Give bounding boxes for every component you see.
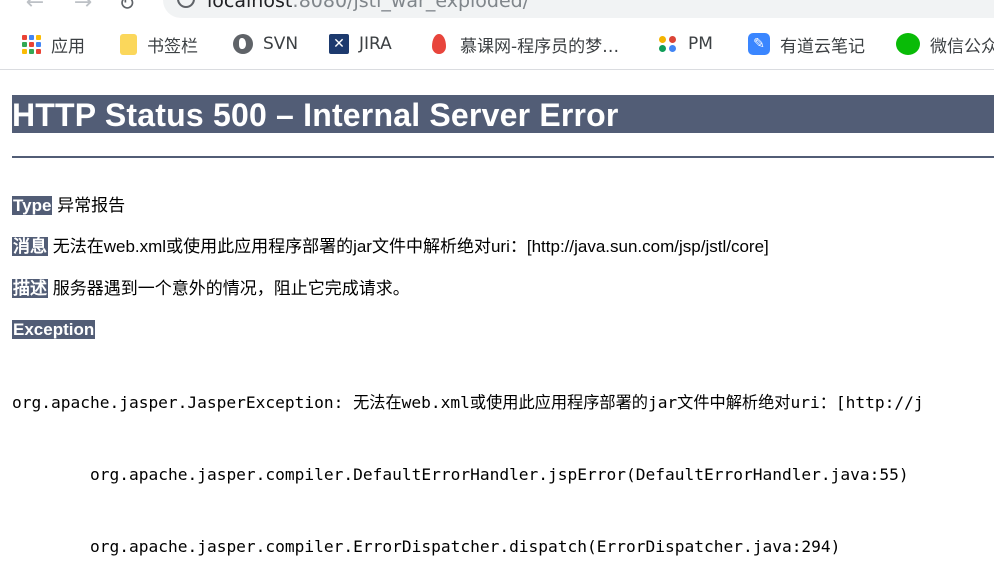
stack-trace: org.apache.jasper.JasperException: 无法在we…	[12, 343, 924, 583]
url-path: :8080/jstl_war_exploded/	[292, 0, 530, 12]
bookmark-svn[interactable]: SVN	[233, 31, 298, 57]
bookmark-imooc[interactable]: 慕课网-程序员的梦…	[428, 31, 619, 57]
bookmark-label: 应用	[51, 36, 85, 57]
message-row: 消息 无法在web.xml或使用此应用程序部署的jar文件中解析绝对uri：[h…	[12, 236, 769, 258]
description-value: 服务器遇到一个意外的情况，阻止它完成请求。	[52, 279, 410, 298]
globe-icon	[233, 34, 253, 54]
divider	[12, 156, 994, 158]
message-value: 无法在web.xml或使用此应用程序部署的jar文件中解析绝对uri：[http…	[52, 237, 769, 256]
back-arrow-icon[interactable]: ←	[22, 0, 48, 16]
bookmarks-bar: 应用 书签栏 SVN ✕ JIRA 慕课网-程序员的梦… PM ✎ 有道云笔记 …	[0, 18, 994, 70]
bookmark-label: 有道云笔记	[780, 36, 865, 57]
note-icon: ✎	[748, 33, 770, 55]
type-row: Type 异常报告	[12, 195, 125, 217]
reload-icon[interactable]: ↻	[114, 0, 140, 16]
type-label: Type	[12, 196, 53, 215]
bookmark-label: JIRA	[359, 34, 392, 54]
bookmark-label: 微信公众	[930, 36, 994, 57]
bookmark-label: SVN	[263, 34, 299, 54]
page-title: HTTP Status 500 – Internal Server Error	[12, 95, 994, 133]
message-label: 消息	[12, 237, 48, 256]
flame-icon	[432, 34, 446, 54]
site-info-icon[interactable]	[177, 0, 195, 8]
address-bar[interactable]: localhost:8080/jstl_war_exploded/	[163, 0, 994, 18]
bookmark-youdao[interactable]: ✎ 有道云笔记	[748, 31, 865, 57]
type-value: 异常报告	[57, 196, 126, 215]
bookmark-wechat[interactable]: 微信公众	[896, 31, 994, 57]
bookmark-label: 书签栏	[147, 36, 198, 57]
bookmark-pm[interactable]: PM	[658, 31, 713, 57]
bookmark-jira[interactable]: ✕ JIRA	[329, 31, 392, 57]
stack-trace-line: org.apache.jasper.compiler.DefaultErrorH…	[90, 465, 909, 484]
url-text[interactable]: localhost:8080/jstl_war_exploded/	[207, 0, 529, 12]
folder-icon	[120, 33, 137, 55]
description-label: 描述	[12, 279, 48, 298]
jira-icon: ✕	[329, 34, 349, 54]
bookmark-apps[interactable]: 应用	[22, 31, 85, 57]
stack-trace-line: org.apache.jasper.compiler.ErrorDispatch…	[90, 537, 841, 556]
description-row: 描述 服务器遇到一个意外的情况，阻止它完成请求。	[12, 278, 410, 300]
forward-arrow-icon[interactable]: →	[70, 0, 96, 16]
exception-label: Exception	[12, 320, 96, 339]
pm-icon	[658, 34, 678, 54]
bookmark-label: PM	[688, 34, 713, 54]
bookmark-folder[interactable]: 书签栏	[120, 31, 198, 57]
url-host: localhost	[207, 0, 293, 12]
bookmark-label: 慕课网-程序员的梦…	[460, 36, 620, 57]
exception-row: Exception	[12, 319, 96, 341]
apps-grid-icon	[22, 34, 41, 54]
wechat-icon	[896, 33, 920, 55]
stack-trace-line: org.apache.jasper.JasperException: 无法在we…	[12, 393, 924, 412]
browser-toolbar: ← → ↻ localhost:8080/jstl_war_exploded/	[0, 0, 994, 18]
